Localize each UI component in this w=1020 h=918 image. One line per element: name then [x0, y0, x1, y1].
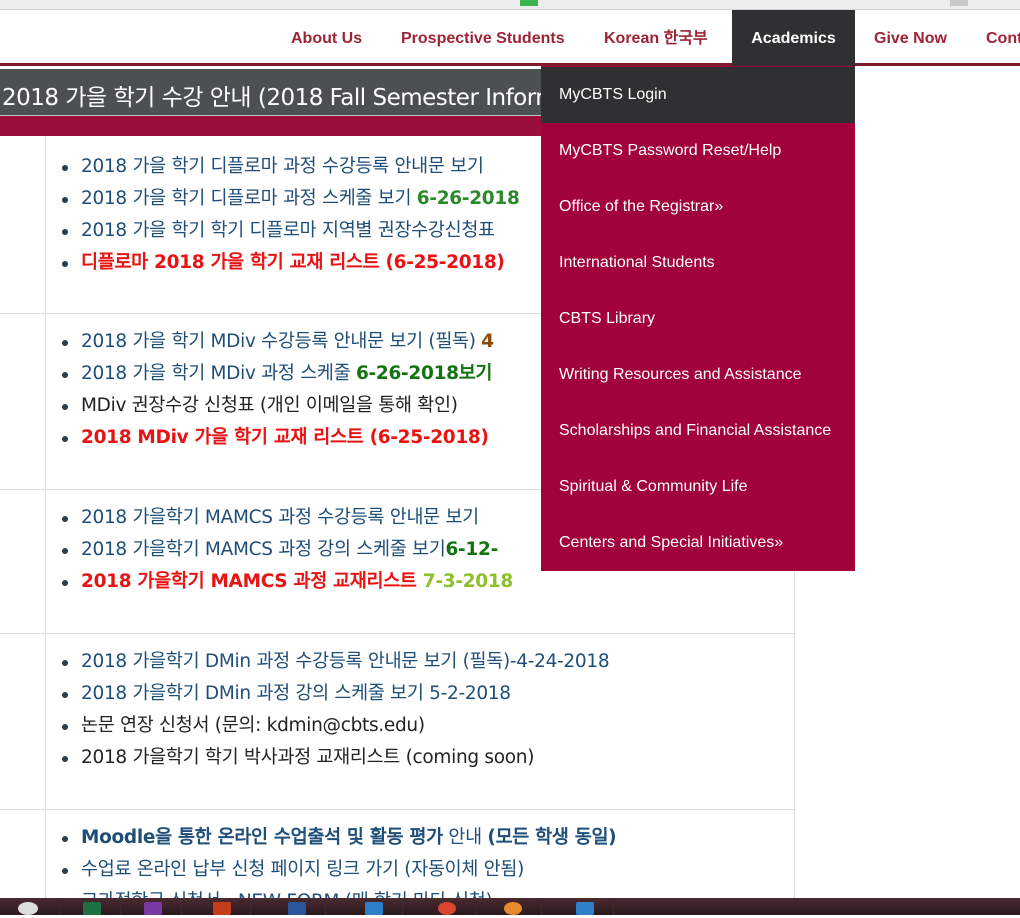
list-item-text: 6-12-	[445, 539, 498, 560]
list-item-text: 4	[481, 331, 494, 352]
tab-indicator-icon	[950, 0, 968, 6]
list-item-link[interactable]: 2018 가을학기 MAMCS 과정 교재리스트 7-3-2018	[60, 566, 513, 598]
list-item-text: 2018 가을학기 DMin 과정 강의 스케줄 보기 5-2-2018	[81, 683, 511, 704]
taskbar-app-outlook[interactable]	[345, 898, 403, 915]
list-item-link[interactable]: 2018 MDiv 가을 학기 교재 리스트 (6-25-2018)	[60, 422, 494, 454]
list-item-link[interactable]: 2018 가을학기 DMin 과정 수강등록 안내문 보기 (필독)-4-24-…	[60, 646, 610, 678]
tab-indicator-icon	[520, 0, 538, 6]
start-button[interactable]	[0, 898, 60, 915]
taskbar-app-chrome[interactable]	[418, 898, 476, 915]
table-border-left	[45, 136, 46, 898]
menu-item-writing-resources[interactable]: Writing Resources and Assistance	[541, 347, 855, 403]
list-item-text: 2018 MDiv 가을 학기 교재 리스트 (6-25-2018)	[81, 427, 489, 448]
list-item-link[interactable]: 2018 가을학기 DMin 과정 강의 스케줄 보기 5-2-2018	[60, 678, 609, 710]
list-item-text: 안내	[442, 827, 488, 848]
menu-item-mycbts-login[interactable]: MyCBTS Login	[541, 67, 855, 123]
menu-item-centers[interactable]: Centers and Special Initiatives»	[541, 515, 855, 571]
list-item-text: Moodle을 통한 온라인 수업출석 및 활동 평가	[81, 827, 443, 848]
taskbar-app-firefox[interactable]	[484, 898, 542, 915]
taskbar-app-outlook-2[interactable]	[556, 898, 614, 915]
list-item-link[interactable]: Moodle을 통한 온라인 수업출석 및 활동 평가 안내 (모든 학생 동일…	[60, 822, 617, 854]
mamcs-section-list: 2018 가을학기 MAMCS 과정 수강등록 안내문 보기 2018 가을학기 …	[60, 502, 513, 598]
list-item-text: (모든 학생 동일)	[487, 827, 617, 848]
onenote-icon	[144, 902, 162, 915]
list-item-text: 2018 가을학기 DMin 과정 수강등록 안내문 보기 (필독)-4-24-…	[81, 651, 610, 672]
taskbar-app-powerpoint[interactable]	[193, 898, 251, 915]
list-item-text: 2018 가을학기 MAMCS 과정 수강등록 안내문 보기	[81, 507, 479, 528]
list-item-link[interactable]: 2018 가을 학기 학기 디플로마 지역별 권장수강신청표	[60, 215, 520, 247]
excel-icon	[83, 902, 101, 915]
os-taskbar	[0, 898, 1020, 915]
list-item-link[interactable]: 2018 가을학기 학기 박사과정 교재리스트 (coming soon)	[60, 742, 609, 774]
list-item-text: 2018 가을 학기 학기 디플로마 지역별 권장수강신청표	[81, 220, 495, 241]
outlook-icon	[576, 902, 594, 915]
list-item-text: 수업료 온라인 납부 신청 페이지 링크 가기 (자동이체 안됨)	[81, 859, 525, 880]
taskbar-app-word[interactable]	[268, 898, 326, 915]
list-item-link[interactable]: 2018 가을 학기 MDiv 과정 스케줄 6-26-2018보기	[60, 358, 494, 390]
list-item-link[interactable]: MDiv 권장수강 신청표 (개인 이메일을 통해 확인)	[60, 390, 494, 422]
nav-give-now[interactable]: Give Now	[874, 10, 947, 66]
list-item-text: 논문 연장 신청서 (문의: kdmin@cbts.edu)	[81, 715, 425, 736]
taskbar-app-onenote[interactable]	[124, 898, 182, 915]
list-item-text: MDiv 권장수강 신청표 (개인 이메일을 통해 확인)	[81, 395, 458, 416]
page-title: 2018 가을 학기 수강 안내 (2018 Fall Semester Inf…	[2, 85, 558, 111]
diploma-section-list: 2018 가을 학기 디플로마 과정 수강등록 안내문 보기 2018 가을 학기…	[60, 151, 520, 279]
word-icon	[288, 902, 306, 915]
list-item-text: 2018 가을 학기 디플로마 과정 수강등록 안내문 보기	[81, 156, 484, 177]
menu-item-international-students[interactable]: International Students	[541, 235, 855, 291]
main-nav: About Us Prospective Students Korean 한국부…	[0, 10, 1020, 66]
nav-contact[interactable]: Cont	[986, 10, 1020, 66]
page-title-bar: 2018 가을 학기 수강 안내 (2018 Fall Semester Inf…	[0, 69, 558, 116]
firefox-icon	[504, 902, 522, 915]
nav-academics[interactable]: Academics	[732, 10, 855, 66]
list-item-text: 2018 가을 학기 MDiv 과정 스케줄	[81, 363, 356, 384]
list-item-text: 6-26-2018보기	[355, 363, 493, 384]
nav-prospective-students[interactable]: Prospective Students	[401, 10, 565, 66]
menu-item-library[interactable]: CBTS Library	[541, 291, 855, 347]
list-item-link[interactable]: 디플로마 2018 가을 학기 교재 리스트 (6-25-2018)	[60, 247, 520, 279]
nav-about-us[interactable]: About Us	[291, 10, 362, 66]
list-item-link[interactable]: 2018 가을학기 MAMCS 과정 강의 스케줄 보기6-12-	[60, 534, 513, 566]
academics-dropdown-menu: MyCBTS Login MyCBTS Password Reset/Help …	[541, 66, 855, 571]
nav-korean[interactable]: Korean 한국부	[604, 10, 708, 66]
table-row-divider	[0, 633, 795, 634]
list-item-text: 7-3-2018	[422, 571, 514, 592]
browser-top-strip	[0, 0, 1020, 10]
outlook-icon	[365, 902, 383, 915]
list-item-link[interactable]: 수업료 온라인 납부 신청 페이지 링크 가기 (자동이체 안됨)	[60, 854, 616, 886]
table-row-divider	[0, 809, 795, 810]
powerpoint-icon	[213, 902, 231, 915]
list-item-text: 2018 가을 학기 디플로마 과정 스케줄 보기	[81, 188, 417, 209]
title-accent-band	[0, 116, 545, 136]
list-item-link[interactable]: 2018 가을 학기 디플로마 과정 수강등록 안내문 보기	[60, 151, 520, 183]
list-item-link[interactable]: 2018 가을 학기 디플로마 과정 스케줄 보기 6-26-2018	[60, 183, 520, 215]
list-item-text: 디플로마 2018 가을 학기 교재 리스트 (6-25-2018)	[81, 252, 505, 273]
list-item-text: 6-26-2018	[416, 188, 520, 209]
list-item-text: 2018 가을학기 학기 박사과정 교재리스트 (coming soon)	[81, 747, 535, 768]
taskbar-app-excel[interactable]	[63, 898, 121, 915]
windows-icon	[18, 902, 38, 915]
chrome-icon	[438, 902, 456, 915]
list-item-text: 2018 가을학기 MAMCS 과정 강의 스케줄 보기	[81, 539, 446, 560]
list-item-link[interactable]: 2018 가을 학기 MDiv 수강등록 안내문 보기 (필독) 4	[60, 326, 494, 358]
menu-item-registrar[interactable]: Office of the Registrar»	[541, 179, 855, 235]
list-item-text: 2018 가을학기 MAMCS 과정 교재리스트	[81, 571, 423, 592]
list-item-text: 2018 가을 학기 MDiv 수강등록 안내문 보기 (필독)	[81, 331, 482, 352]
menu-item-scholarships[interactable]: Scholarships and Financial Assistance	[541, 403, 855, 459]
list-item-link[interactable]: 2018 가을학기 MAMCS 과정 수강등록 안내문 보기	[60, 502, 513, 534]
menu-item-spiritual-life[interactable]: Spiritual & Community Life	[541, 459, 855, 515]
mdiv-section-list: 2018 가을 학기 MDiv 수강등록 안내문 보기 (필독) 4 2018 가…	[60, 326, 494, 454]
list-item-link[interactable]: 논문 연장 신청서 (문의: kdmin@cbts.edu)	[60, 710, 609, 742]
menu-item-password-reset[interactable]: MyCBTS Password Reset/Help	[541, 123, 855, 179]
dmin-section-list: 2018 가을학기 DMin 과정 수강등록 안내문 보기 (필독)-4-24-…	[60, 646, 610, 774]
